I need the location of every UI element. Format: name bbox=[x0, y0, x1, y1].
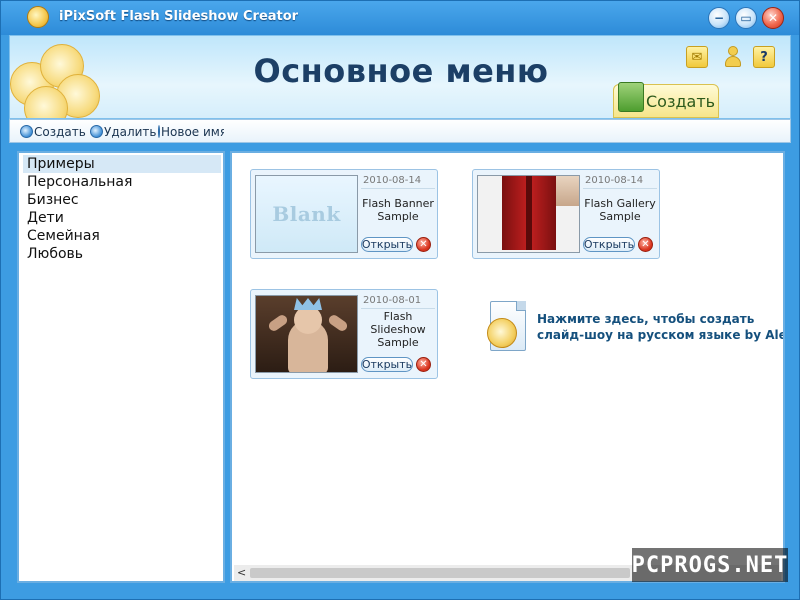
delete-x-icon: ✕ bbox=[641, 239, 650, 250]
user-icon[interactable] bbox=[722, 46, 744, 68]
app-window: iPixSoft Flash Slideshow Creator − ▭ ✕ О… bbox=[0, 0, 800, 600]
delete-x-icon: ✕ bbox=[419, 239, 428, 250]
open-button[interactable]: Открыть bbox=[361, 237, 413, 252]
template-gallery: Blank 2010-08-14 Flash Banner Sample Отк… bbox=[230, 151, 785, 583]
delete-icon bbox=[90, 125, 103, 138]
create-russian-slideshow-link[interactable]: Нажмите здесь, чтобы создать слайд-шоу н… bbox=[487, 301, 785, 353]
toolbar: Создать Удалить Новое имя bbox=[9, 119, 791, 143]
template-card[interactable]: 2010-08-01 Flash Slideshow Sample Открыт… bbox=[250, 289, 438, 379]
toolbar-create-label: Создать bbox=[34, 124, 86, 139]
toolbar-rename-label: Новое имя bbox=[161, 124, 224, 139]
template-name: Flash Gallery Sample bbox=[584, 197, 656, 223]
help-icon[interactable]: ? bbox=[753, 46, 775, 68]
mail-icon[interactable]: ✉ bbox=[686, 46, 708, 68]
template-name: Flash Banner Sample bbox=[362, 197, 434, 223]
category-item-business[interactable]: Бизнес bbox=[23, 191, 221, 209]
category-item-kids[interactable]: Дети bbox=[23, 209, 221, 227]
rename-icon bbox=[158, 125, 160, 138]
watermark: PCPROGS.NET bbox=[632, 548, 788, 582]
header-banner: Основное меню ✉ ? Создать bbox=[9, 35, 791, 119]
category-item-personal[interactable]: Персональная bbox=[23, 173, 221, 191]
category-item-examples[interactable]: Примеры bbox=[23, 155, 221, 173]
divider bbox=[583, 188, 657, 189]
template-card[interactable]: Blank 2010-08-14 Flash Banner Sample Отк… bbox=[250, 169, 438, 259]
create-icon bbox=[20, 125, 33, 138]
create-link-text[interactable]: Нажмите здесь, чтобы создать слайд-шоу н… bbox=[537, 311, 785, 343]
divider bbox=[361, 308, 435, 309]
create-link-line-2: слайд-шоу на русском языке by AlexYa bbox=[537, 328, 785, 342]
template-thumbnail[interactable]: Blank bbox=[255, 175, 358, 253]
minimize-icon: − bbox=[713, 11, 725, 25]
category-list: Примеры Персональная Бизнес Дети Семейна… bbox=[17, 151, 225, 583]
thumbnail-text: Blank bbox=[272, 202, 341, 226]
template-card[interactable]: 2010-08-14 Flash Gallery Sample Открыть … bbox=[472, 169, 660, 259]
scroll-left-icon[interactable]: < bbox=[237, 566, 246, 579]
minimize-button[interactable]: − bbox=[708, 7, 730, 29]
toolbar-delete-button[interactable]: Удалить bbox=[90, 123, 157, 140]
close-button[interactable]: ✕ bbox=[762, 7, 784, 29]
maximize-icon: ▭ bbox=[740, 11, 752, 25]
open-button[interactable]: Открыть bbox=[583, 237, 635, 252]
delete-x-icon: ✕ bbox=[419, 359, 428, 370]
create-project-label: Создать bbox=[646, 91, 716, 111]
category-item-love[interactable]: Любовь bbox=[23, 245, 221, 263]
maximize-button[interactable]: ▭ bbox=[735, 7, 757, 29]
delete-template-button[interactable]: ✕ bbox=[638, 237, 653, 252]
template-thumbnail[interactable] bbox=[255, 295, 358, 373]
toolbar-rename-button[interactable]: Новое имя bbox=[158, 123, 224, 140]
camera-icon bbox=[618, 82, 644, 112]
create-link-line-1: Нажмите здесь, чтобы создать bbox=[537, 312, 755, 326]
new-document-icon bbox=[487, 301, 526, 351]
category-item-family[interactable]: Семейная bbox=[23, 227, 221, 245]
template-name: Flash Slideshow Sample bbox=[370, 310, 426, 349]
app-logo-icon bbox=[27, 6, 49, 28]
scrollbar-thumb[interactable] bbox=[250, 568, 630, 578]
template-date: 2010-08-14 bbox=[363, 175, 422, 186]
close-icon: ✕ bbox=[767, 11, 779, 25]
open-button[interactable]: Открыть bbox=[361, 357, 413, 372]
divider bbox=[361, 188, 435, 189]
template-date: 2010-08-01 bbox=[363, 295, 422, 306]
template-date: 2010-08-14 bbox=[585, 175, 644, 186]
delete-template-button[interactable]: ✕ bbox=[416, 237, 431, 252]
title-bar[interactable]: iPixSoft Flash Slideshow Creator − ▭ ✕ bbox=[1, 1, 799, 35]
toolbar-create-button[interactable]: Создать bbox=[20, 123, 86, 140]
window-title: iPixSoft Flash Slideshow Creator bbox=[59, 9, 299, 24]
create-project-button[interactable]: Создать bbox=[613, 82, 719, 118]
template-thumbnail[interactable] bbox=[477, 175, 580, 253]
delete-template-button[interactable]: ✕ bbox=[416, 357, 431, 372]
toolbar-delete-label: Удалить bbox=[104, 124, 157, 139]
